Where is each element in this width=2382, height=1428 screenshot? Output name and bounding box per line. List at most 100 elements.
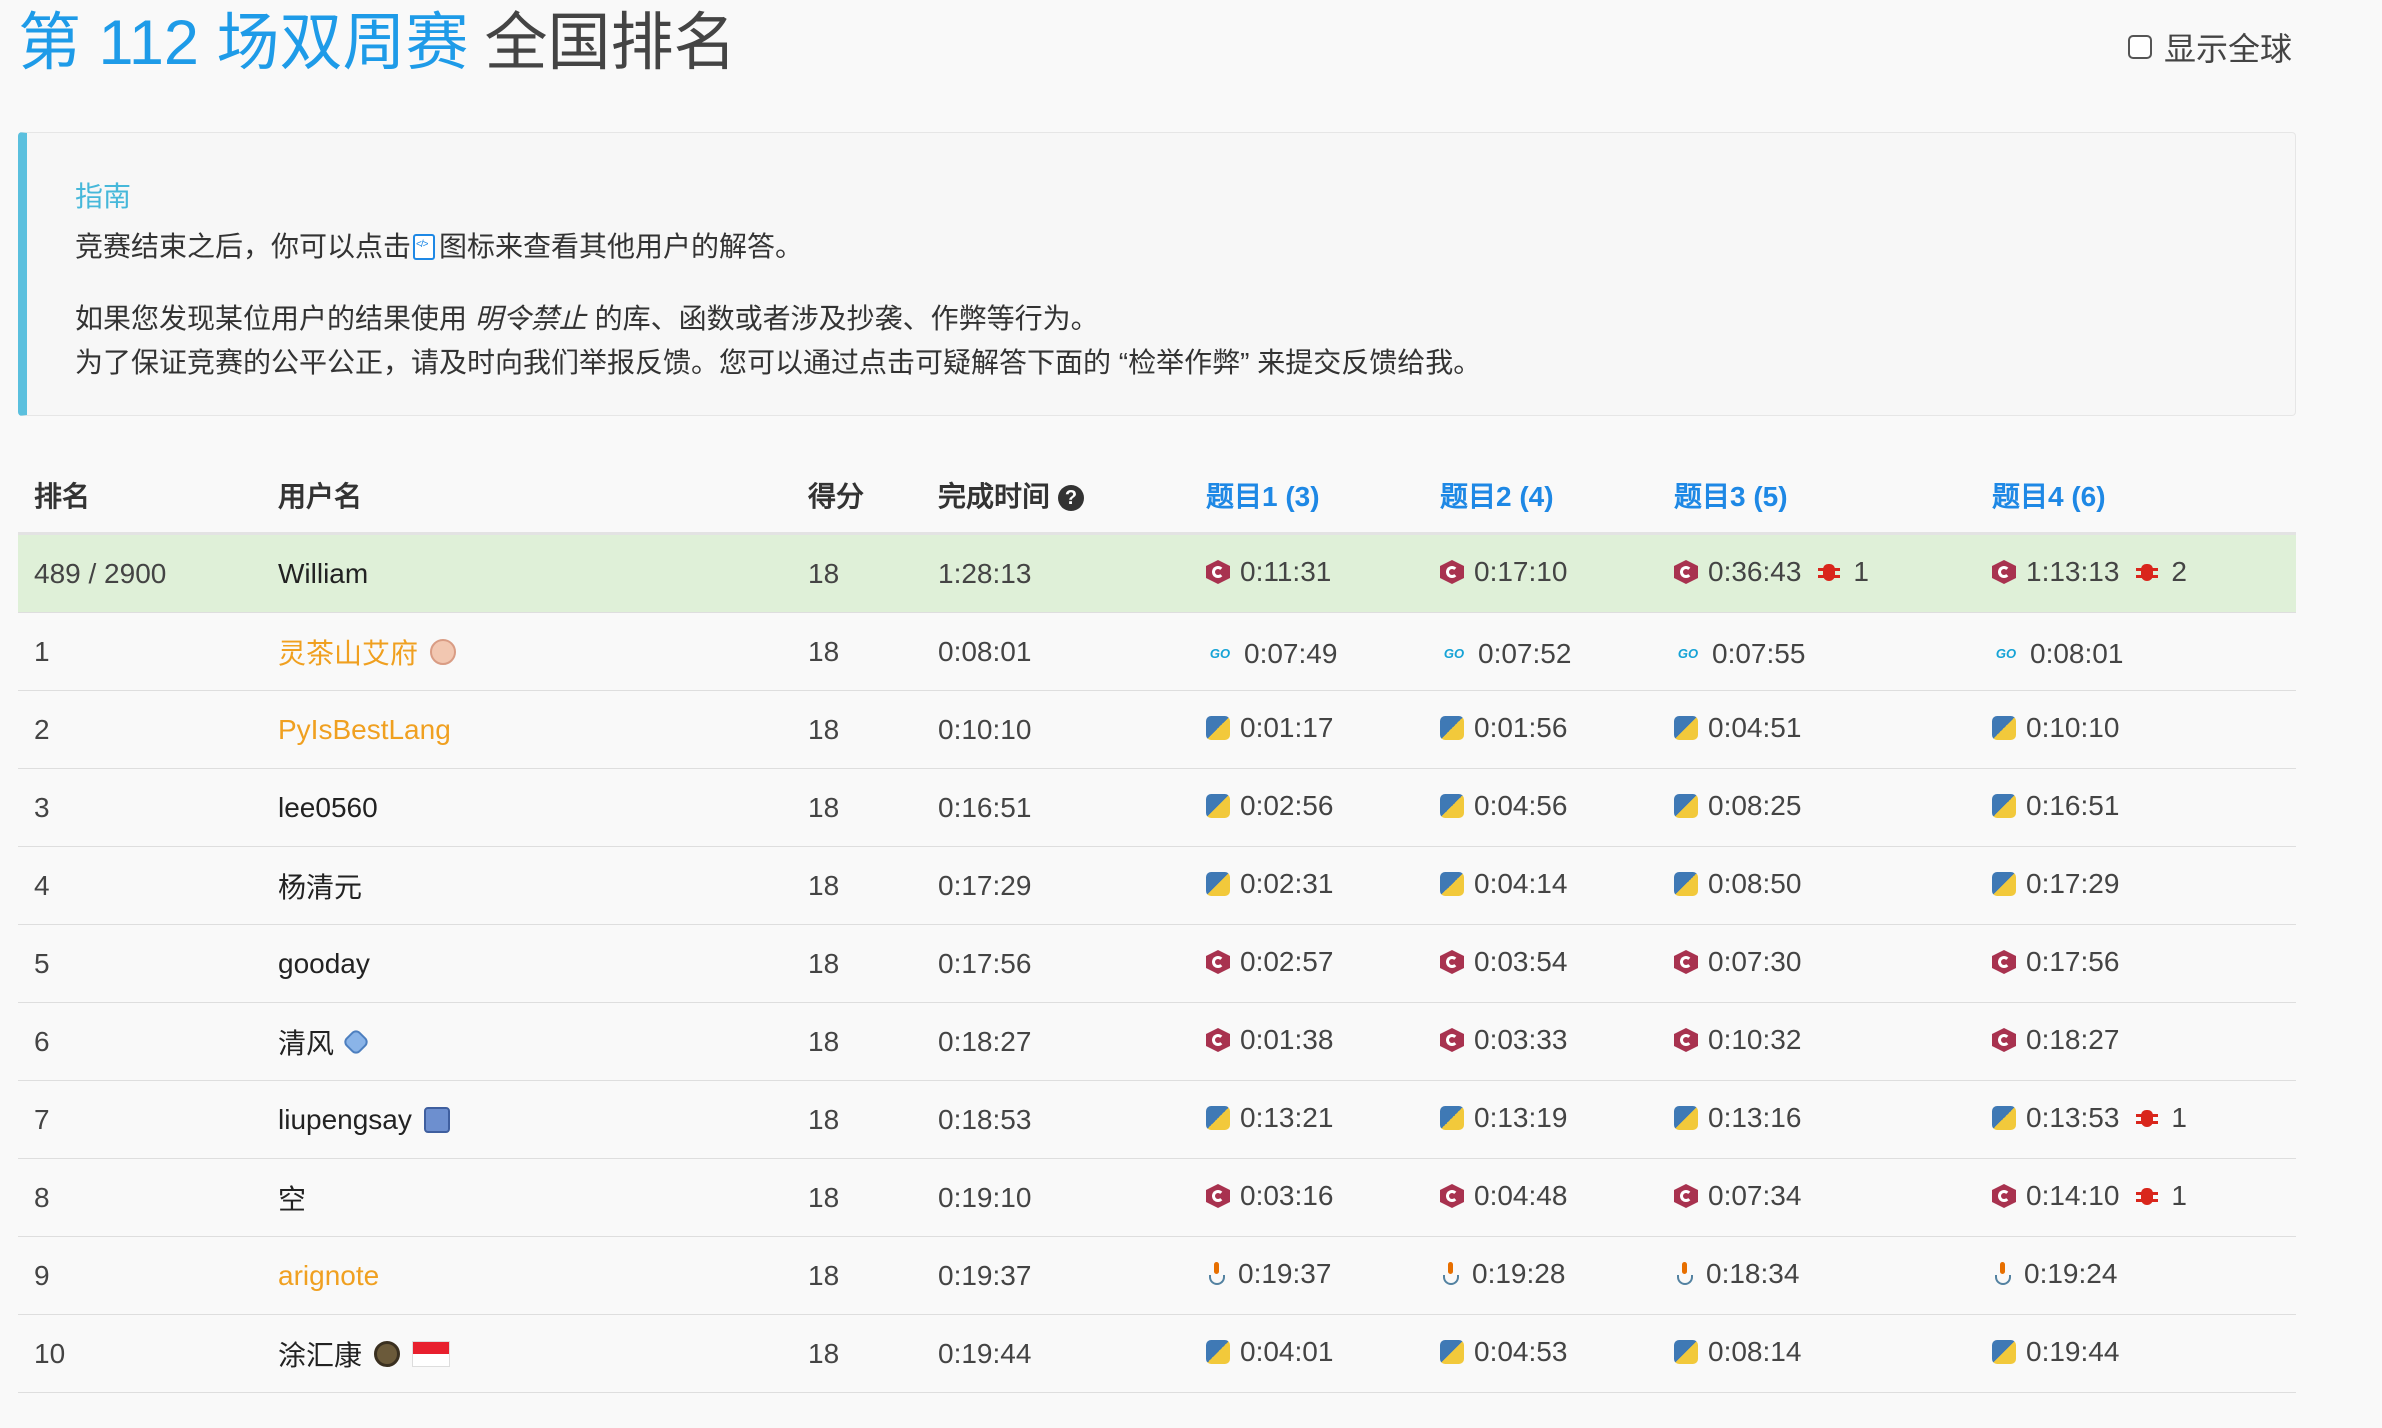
go-icon[interactable]: GO <box>1674 645 1702 663</box>
python-icon[interactable] <box>1992 716 2016 740</box>
submission-link[interactable]: 0:13:16 <box>1674 1102 1801 1134</box>
submission-link[interactable]: 0:03:16 <box>1206 1180 1333 1212</box>
submission-link[interactable]: 0:36:43 1 <box>1674 556 1869 588</box>
submission-link[interactable]: 0:03:33 <box>1440 1024 1567 1056</box>
cpp-icon[interactable] <box>1674 560 1698 584</box>
show-global-checkbox[interactable] <box>2128 35 2152 59</box>
question-circle-icon[interactable]: ? <box>1058 485 1085 511</box>
submission-link[interactable]: 0:14:10 1 <box>1992 1180 2187 1212</box>
python-icon[interactable] <box>1674 794 1698 818</box>
python-icon[interactable] <box>1440 794 1464 818</box>
java-icon[interactable] <box>1206 1261 1228 1287</box>
cpp-icon[interactable] <box>1440 1184 1464 1208</box>
submission-link[interactable]: 0:04:56 <box>1440 790 1567 822</box>
python-icon[interactable] <box>1206 1106 1230 1130</box>
cpp-icon[interactable] <box>1206 1028 1230 1052</box>
submission-link[interactable]: 0:02:31 <box>1206 868 1333 900</box>
python-icon[interactable] <box>1206 716 1230 740</box>
user-name-link[interactable]: 空 <box>278 1178 306 1218</box>
go-icon[interactable]: GO <box>1992 645 2020 663</box>
cpp-icon[interactable] <box>1992 560 2016 584</box>
header-question-4[interactable]: 题目4 (6) <box>1976 458 2296 535</box>
python-icon[interactable] <box>1440 872 1464 896</box>
submission-link[interactable]: 0:02:56 <box>1206 790 1333 822</box>
python-icon[interactable] <box>1206 794 1230 818</box>
go-icon[interactable]: GO <box>1440 645 1468 663</box>
cpp-icon[interactable] <box>1440 950 1464 974</box>
submission-link[interactable]: 0:10:10 <box>1992 712 2119 744</box>
python-icon[interactable] <box>1674 872 1698 896</box>
submission-link[interactable]: 0:17:56 <box>1992 946 2119 978</box>
go-icon[interactable]: GO <box>1206 645 1234 663</box>
submission-link[interactable]: 0:13:53 1 <box>1992 1102 2187 1134</box>
cpp-icon[interactable] <box>1674 950 1698 974</box>
submission-link[interactable]: 0:19:44 <box>1992 1336 2119 1368</box>
header-question-3[interactable]: 题目3 (5) <box>1658 458 1976 535</box>
cpp-icon[interactable] <box>1992 950 2016 974</box>
submission-link[interactable]: 0:04:48 <box>1440 1180 1567 1212</box>
python-icon[interactable] <box>1674 716 1698 740</box>
submission-link[interactable]: 0:17:29 <box>1992 868 2119 900</box>
submission-link[interactable]: 0:11:31 <box>1206 556 1331 588</box>
cpp-icon[interactable] <box>1674 1184 1698 1208</box>
python-icon[interactable] <box>1992 1340 2016 1364</box>
submission-link[interactable]: 0:04:51 <box>1674 712 1801 744</box>
user-name-link[interactable]: 涂汇康 <box>278 1334 451 1374</box>
submission-link[interactable]: 0:07:34 <box>1674 1180 1801 1212</box>
java-icon[interactable] <box>1674 1261 1696 1287</box>
submission-link[interactable]: 0:01:17 <box>1206 712 1333 744</box>
submission-link[interactable]: 0:04:14 <box>1440 868 1567 900</box>
cpp-icon[interactable] <box>1206 950 1230 974</box>
user-name-link[interactable]: 杨清元 <box>278 866 362 906</box>
submission-link[interactable]: 0:02:57 <box>1206 946 1333 978</box>
submission-link[interactable]: 0:13:21 <box>1206 1102 1333 1134</box>
submission-link[interactable]: 0:01:38 <box>1206 1024 1333 1056</box>
submission-link[interactable]: 0:08:50 <box>1674 868 1801 900</box>
submission-link[interactable]: 0:16:51 <box>1992 790 2119 822</box>
user-name-link[interactable]: 清风 <box>278 1022 371 1062</box>
submission-link[interactable]: GO 0:07:49 <box>1206 638 1338 670</box>
submission-link[interactable]: 0:17:10 <box>1440 556 1567 588</box>
submission-link[interactable]: GO 0:07:52 <box>1440 638 1572 670</box>
submission-link[interactable]: 0:10:32 <box>1674 1024 1801 1056</box>
user-name-link[interactable]: arignote <box>278 1260 379 1292</box>
submission-link[interactable]: 0:13:19 <box>1440 1102 1567 1134</box>
python-icon[interactable] <box>1992 1106 2016 1130</box>
cpp-icon[interactable] <box>1206 560 1230 584</box>
user-name-link[interactable]: William <box>278 558 368 590</box>
header-question-2[interactable]: 题目2 (4) <box>1424 458 1658 535</box>
submission-link[interactable]: GO 0:08:01 <box>1992 638 2124 670</box>
python-icon[interactable] <box>1674 1106 1698 1130</box>
submission-link[interactable]: 0:04:01 <box>1206 1336 1333 1368</box>
user-name-link[interactable]: gooday <box>278 948 370 980</box>
submission-link[interactable]: 0:04:53 <box>1440 1336 1567 1368</box>
python-icon[interactable] <box>1206 872 1230 896</box>
user-name-link[interactable]: PyIsBestLang <box>278 714 451 746</box>
submission-link[interactable]: 0:19:28 <box>1440 1258 1565 1290</box>
python-icon[interactable] <box>1440 1106 1464 1130</box>
python-icon[interactable] <box>1440 716 1464 740</box>
python-icon[interactable] <box>1992 794 2016 818</box>
python-icon[interactable] <box>1674 1340 1698 1364</box>
contest-name-link[interactable]: 第 112 场双周赛 <box>18 8 468 78</box>
cpp-icon[interactable] <box>1206 1184 1230 1208</box>
submission-link[interactable]: 0:19:24 <box>1992 1258 2117 1290</box>
submission-link[interactable]: 0:03:54 <box>1440 946 1567 978</box>
cpp-icon[interactable] <box>1674 1028 1698 1052</box>
python-icon[interactable] <box>1206 1340 1230 1364</box>
submission-link[interactable]: 0:08:14 <box>1674 1336 1801 1368</box>
submission-link[interactable]: GO 0:07:55 <box>1674 638 1806 670</box>
submission-link[interactable]: 0:19:37 <box>1206 1258 1331 1290</box>
java-icon[interactable] <box>1440 1261 1462 1287</box>
cpp-icon[interactable] <box>1440 1028 1464 1052</box>
submission-link[interactable]: 0:07:30 <box>1674 946 1801 978</box>
submission-link[interactable]: 0:18:27 <box>1992 1024 2119 1056</box>
user-name-link[interactable]: liupengsay <box>278 1104 450 1136</box>
user-name-link[interactable]: lee0560 <box>278 792 378 824</box>
submission-link[interactable]: 0:08:25 <box>1674 790 1801 822</box>
submission-link[interactable]: 0:18:34 <box>1674 1258 1799 1290</box>
cpp-icon[interactable] <box>1992 1184 2016 1208</box>
show-global-toggle[interactable]: 显示全球 <box>2128 24 2292 70</box>
python-icon[interactable] <box>1992 872 2016 896</box>
submission-link[interactable]: 1:13:13 2 <box>1992 556 2187 588</box>
